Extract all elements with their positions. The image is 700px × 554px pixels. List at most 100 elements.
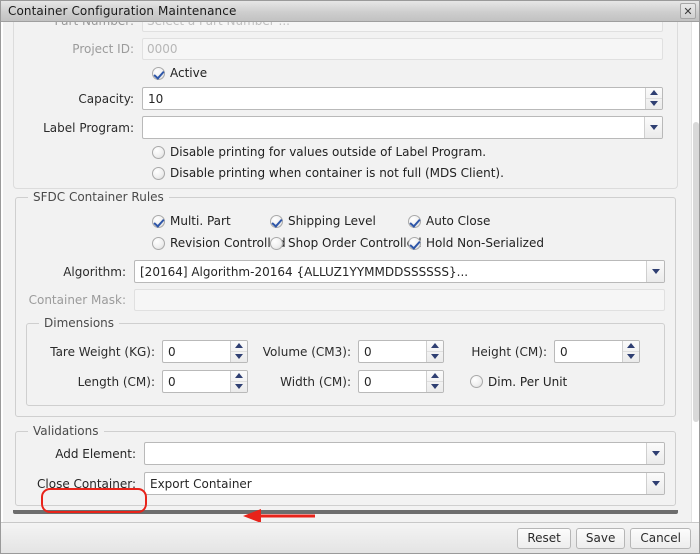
shipping-level-checkbox[interactable]	[270, 214, 283, 228]
height-stepper[interactable]: 0	[554, 340, 640, 363]
height-label: Height (CM):	[471, 344, 547, 359]
chevron-down-icon	[651, 269, 660, 274]
width-stepper[interactable]: 0	[358, 370, 444, 393]
scroll-pane: Part Number: Select a Part Number ... Pr…	[1, 22, 699, 522]
dim-per-unit-checkbox[interactable]	[470, 375, 483, 388]
volume-stepper[interactable]: 0	[358, 340, 444, 363]
length-decrement-button[interactable]	[231, 382, 247, 393]
validations-group: Validations Add Element: Close Container…	[15, 424, 676, 506]
multi-part-checkbox[interactable]	[152, 214, 165, 228]
shop-order-controlled-checkbox[interactable]	[270, 236, 283, 250]
add-element-select[interactable]	[144, 442, 665, 465]
active-label: Active	[170, 66, 208, 80]
label-program-select[interactable]	[142, 116, 663, 139]
volume-decrement-button[interactable]	[427, 352, 443, 363]
dim-per-unit-label: Dim. Per Unit	[488, 374, 568, 389]
hold-non-serialized-checkbox[interactable]	[408, 236, 421, 250]
disable-printing-not-full-label: Disable printing when container is not f…	[170, 166, 504, 180]
volume-field: Volume (CM3): 0	[248, 340, 444, 363]
project-id-input[interactable]: 0000	[142, 38, 663, 60]
tare-weight-stepper[interactable]: 0	[162, 340, 248, 363]
reset-button[interactable]: Reset	[517, 527, 571, 549]
height-increment-button[interactable]	[623, 341, 639, 352]
container-mask-input[interactable]	[134, 289, 665, 311]
cancel-button[interactable]: Cancel	[630, 527, 691, 549]
tare-weight-input[interactable]: 0	[163, 341, 230, 362]
volume-input[interactable]: 0	[359, 341, 426, 362]
validations-group-title: Validations	[28, 424, 104, 438]
sfdc-rules-grid: Multi. Part Shipping Level Auto Close Re…	[16, 208, 675, 260]
active-checkbox[interactable]	[152, 66, 165, 80]
length-spin-buttons	[230, 371, 247, 392]
chevron-down-icon	[431, 384, 439, 390]
width-increment-button[interactable]	[427, 371, 443, 382]
algorithm-select[interactable]: [20164] Algorithm-20164 {ALLUZ1YYMMDDSSS…	[134, 260, 665, 283]
part-number-input[interactable]: Select a Part Number ...	[142, 22, 663, 32]
dim-per-unit-field[interactable]: Dim. Per Unit	[444, 375, 567, 389]
multi-part-label: Multi. Part	[170, 214, 231, 228]
part-number-row: Part Number: Select a Part Number ...	[14, 22, 677, 32]
title-bar: Container Configuration Maintenance ✕	[1, 1, 699, 22]
volume-spin-buttons	[426, 341, 443, 362]
chevron-up-icon	[235, 373, 243, 379]
algorithm-value: [20164] Algorithm-20164 {ALLUZ1YYMMDDSSS…	[140, 264, 469, 279]
chevron-down-icon	[650, 101, 658, 107]
disable-printing-not-full-checkbox[interactable]	[152, 166, 165, 180]
active-row: Active	[14, 66, 677, 80]
chevron-down-icon	[649, 125, 658, 130]
auto-close-checkbox[interactable]	[408, 214, 421, 228]
close-container-dropdown-button[interactable]	[646, 473, 664, 494]
width-label: Width (CM):	[280, 374, 351, 389]
volume-increment-button[interactable]	[427, 341, 443, 352]
capacity-input[interactable]: 10	[143, 88, 645, 109]
shipping-level-label: Shipping Level	[288, 214, 376, 228]
capacity-decrement-button[interactable]	[646, 99, 662, 110]
dimensions-row-2: Length (CM): 0 Width (CM): 0 Dim. Per Un…	[27, 370, 664, 393]
disable-printing-outside-label: Disable printing for values outside of L…	[170, 145, 487, 159]
rule-shipping-level[interactable]: Shipping Level	[270, 214, 408, 228]
sfdc-rules-row-2: Revision Controlled Shop Order Controlle…	[16, 236, 675, 250]
chevron-down-icon	[651, 481, 660, 486]
hold-non-serialized-label: Hold Non-Serialized	[426, 236, 544, 250]
chevron-down-icon	[235, 384, 243, 390]
label-program-dropdown-button[interactable]	[644, 117, 662, 138]
tare-weight-increment-button[interactable]	[231, 341, 247, 352]
length-label: Length (CM):	[77, 374, 155, 389]
close-container-select[interactable]: Export Container	[144, 472, 665, 495]
volume-label: Volume (CM3):	[262, 344, 351, 359]
width-decrement-button[interactable]	[427, 382, 443, 393]
close-container-row: Close Container: Export Container	[16, 472, 675, 495]
add-element-dropdown-button[interactable]	[646, 443, 664, 464]
rule-shop-order-controlled[interactable]: Shop Order Controlled	[270, 236, 422, 250]
disable-printing-outside-checkbox[interactable]	[152, 145, 165, 159]
rule-revision-controlled[interactable]: Revision Controlled	[152, 236, 286, 250]
capacity-increment-button[interactable]	[646, 88, 662, 99]
length-increment-button[interactable]	[231, 371, 247, 382]
dialog-footer: Reset Save Cancel	[1, 522, 699, 553]
tare-weight-spin-buttons	[230, 341, 247, 362]
vertical-scrollbar-thumb[interactable]	[693, 122, 699, 422]
label-program-row: Label Program:	[14, 116, 677, 139]
width-input[interactable]: 0	[359, 371, 426, 392]
save-button[interactable]: Save	[575, 527, 626, 549]
close-icon[interactable]: ✕	[680, 3, 696, 19]
project-id-label: Project ID:	[72, 42, 134, 56]
height-spin-buttons	[622, 341, 639, 362]
length-input[interactable]: 0	[163, 371, 230, 392]
tare-weight-label: Tare Weight (KG):	[50, 344, 155, 359]
algorithm-dropdown-button[interactable]	[646, 261, 664, 282]
capacity-stepper[interactable]: 10	[142, 87, 663, 110]
rule-hold-non-serialized[interactable]: Hold Non-Serialized	[408, 236, 544, 250]
vertical-scrollbar[interactable]	[691, 22, 699, 522]
chevron-up-icon	[431, 343, 439, 349]
chevron-up-icon	[235, 343, 243, 349]
chevron-up-icon	[650, 90, 658, 96]
height-decrement-button[interactable]	[623, 352, 639, 363]
height-input[interactable]: 0	[555, 341, 622, 362]
length-stepper[interactable]: 0	[162, 370, 248, 393]
shop-order-controlled-label: Shop Order Controlled	[288, 236, 422, 250]
revision-controlled-checkbox[interactable]	[152, 236, 165, 250]
rule-multi-part[interactable]: Multi. Part	[152, 214, 270, 228]
tare-weight-decrement-button[interactable]	[231, 352, 247, 363]
rule-auto-close[interactable]: Auto Close	[408, 214, 490, 228]
